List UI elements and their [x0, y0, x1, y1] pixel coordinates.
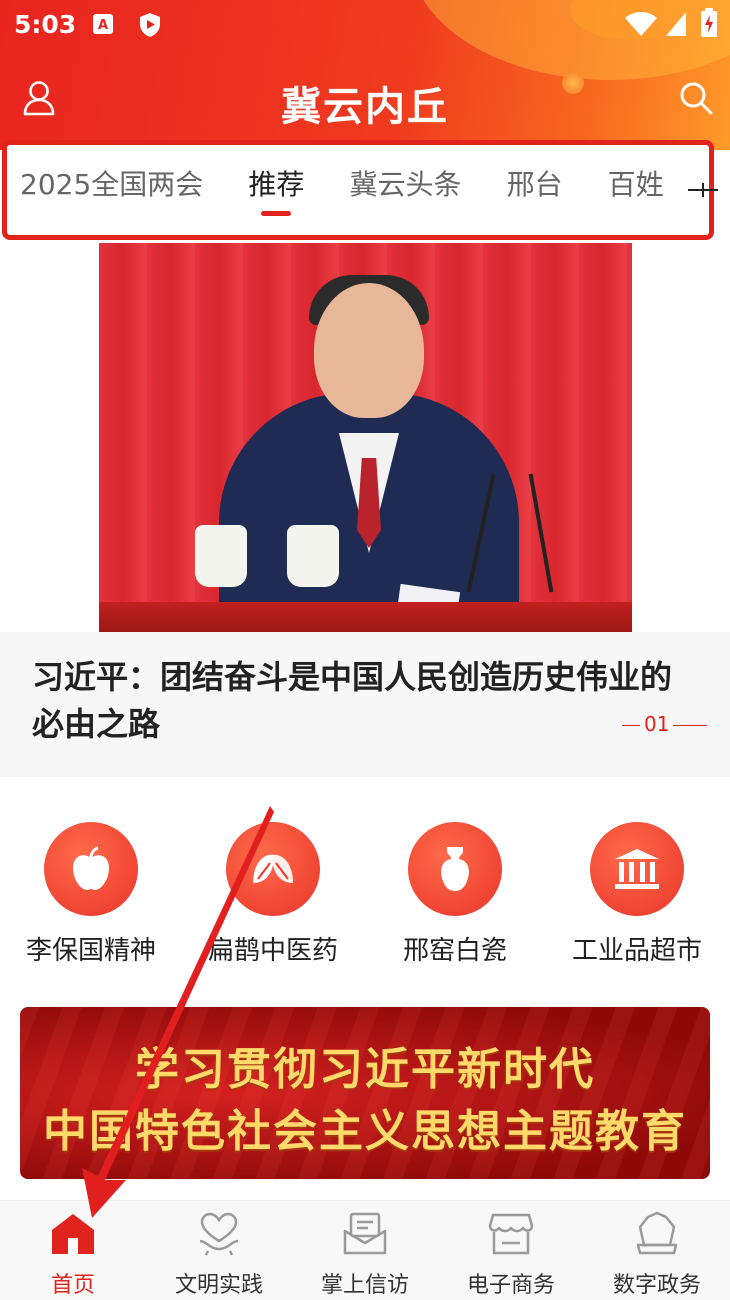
app-notification-icon: A	[92, 12, 114, 40]
shortcut-libaoguo[interactable]: 李保国精神	[0, 822, 182, 967]
leaf-icon	[226, 822, 320, 916]
heart-hand-icon	[196, 1211, 242, 1261]
store-icon	[488, 1211, 534, 1261]
shortcut-label: 工业品超市	[571, 936, 702, 966]
hero-mic	[528, 473, 554, 593]
nav-ecommerce[interactable]: 电子商务	[438, 1201, 584, 1300]
wifi-icon	[624, 10, 658, 42]
vase-icon	[408, 822, 502, 916]
tab-recommend[interactable]: 推荐	[248, 160, 304, 216]
nav-home[interactable]: 首页	[0, 1201, 146, 1300]
shortcut-xingyao[interactable]: 邢窑白瓷	[364, 822, 546, 967]
tab-xingtai[interactable]: 邢台	[507, 160, 563, 216]
channel-tabs: 2025全国两会 推荐 冀云头条 邢台 百姓	[20, 160, 700, 216]
app-header: 5:03 A 冀云内丘	[0, 0, 730, 150]
tab-lianghui[interactable]: 2025全国两会	[20, 160, 203, 216]
status-time: 5:03	[14, 10, 77, 39]
apple-icon	[44, 822, 138, 916]
svg-text:A: A	[98, 18, 108, 33]
hero-news-image[interactable]	[99, 243, 632, 632]
search-icon[interactable]	[678, 80, 714, 120]
app-title: 冀云内丘	[281, 83, 449, 130]
hero-caption-card[interactable]: 习近平：团结奋斗是中国人民创造历史伟业的必由之路 01	[0, 632, 730, 777]
shortcut-bianque[interactable]: 扁鹊中医药	[182, 822, 364, 967]
signal-icon	[664, 10, 688, 42]
tab-jiyun-headlines[interactable]: 冀云头条	[349, 160, 461, 216]
nav-label: 首页	[50, 1273, 95, 1298]
nav-label: 文明实践	[174, 1273, 263, 1298]
shortcut-label: 扁鹊中医药	[207, 936, 338, 966]
hero-table	[99, 602, 632, 632]
more-tabs-icon[interactable]	[688, 178, 718, 203]
building-icon	[590, 822, 684, 916]
mail-icon	[342, 1211, 388, 1261]
hero-caption: 习近平：团结奋斗是中国人民创造历史伟业的必由之路	[32, 658, 673, 743]
nav-government[interactable]: 数字政务	[584, 1201, 730, 1300]
carousel-page-indicator: 01	[618, 712, 711, 736]
tab-baixing[interactable]: 百姓	[608, 160, 664, 216]
nav-label: 电子商务	[466, 1273, 555, 1298]
nav-label: 掌上信访	[320, 1273, 409, 1298]
hero-head	[314, 283, 424, 418]
nav-civilization[interactable]: 文明实践	[146, 1201, 292, 1300]
shortcut-label: 邢窑白瓷	[402, 936, 507, 966]
shortcut-label: 李保国精神	[25, 936, 156, 966]
theme-education-banner[interactable]: 学习贯彻习近平新时代 中国特色社会主义思想主题教育	[20, 1007, 710, 1179]
shortcut-industrial-market[interactable]: 工业品超市	[546, 822, 728, 967]
status-bar: 5:03 A	[0, 0, 730, 52]
nav-label: 数字政务	[612, 1273, 701, 1298]
banner-line-1: 学习贯彻习近平新时代	[135, 1044, 595, 1095]
bottom-navigation: 首页 文明实践 掌上信访 电子商务 数字政务	[0, 1200, 730, 1300]
hero-cup	[195, 525, 247, 587]
nav-petition[interactable]: 掌上信访	[292, 1201, 438, 1300]
banner-line-2: 中国特色社会主义思想主题教育	[43, 1106, 687, 1157]
home-icon	[49, 1211, 97, 1261]
hero-cup	[287, 525, 339, 587]
shield-icon	[138, 12, 162, 42]
battery-icon	[700, 8, 718, 42]
gov-icon	[634, 1211, 680, 1261]
